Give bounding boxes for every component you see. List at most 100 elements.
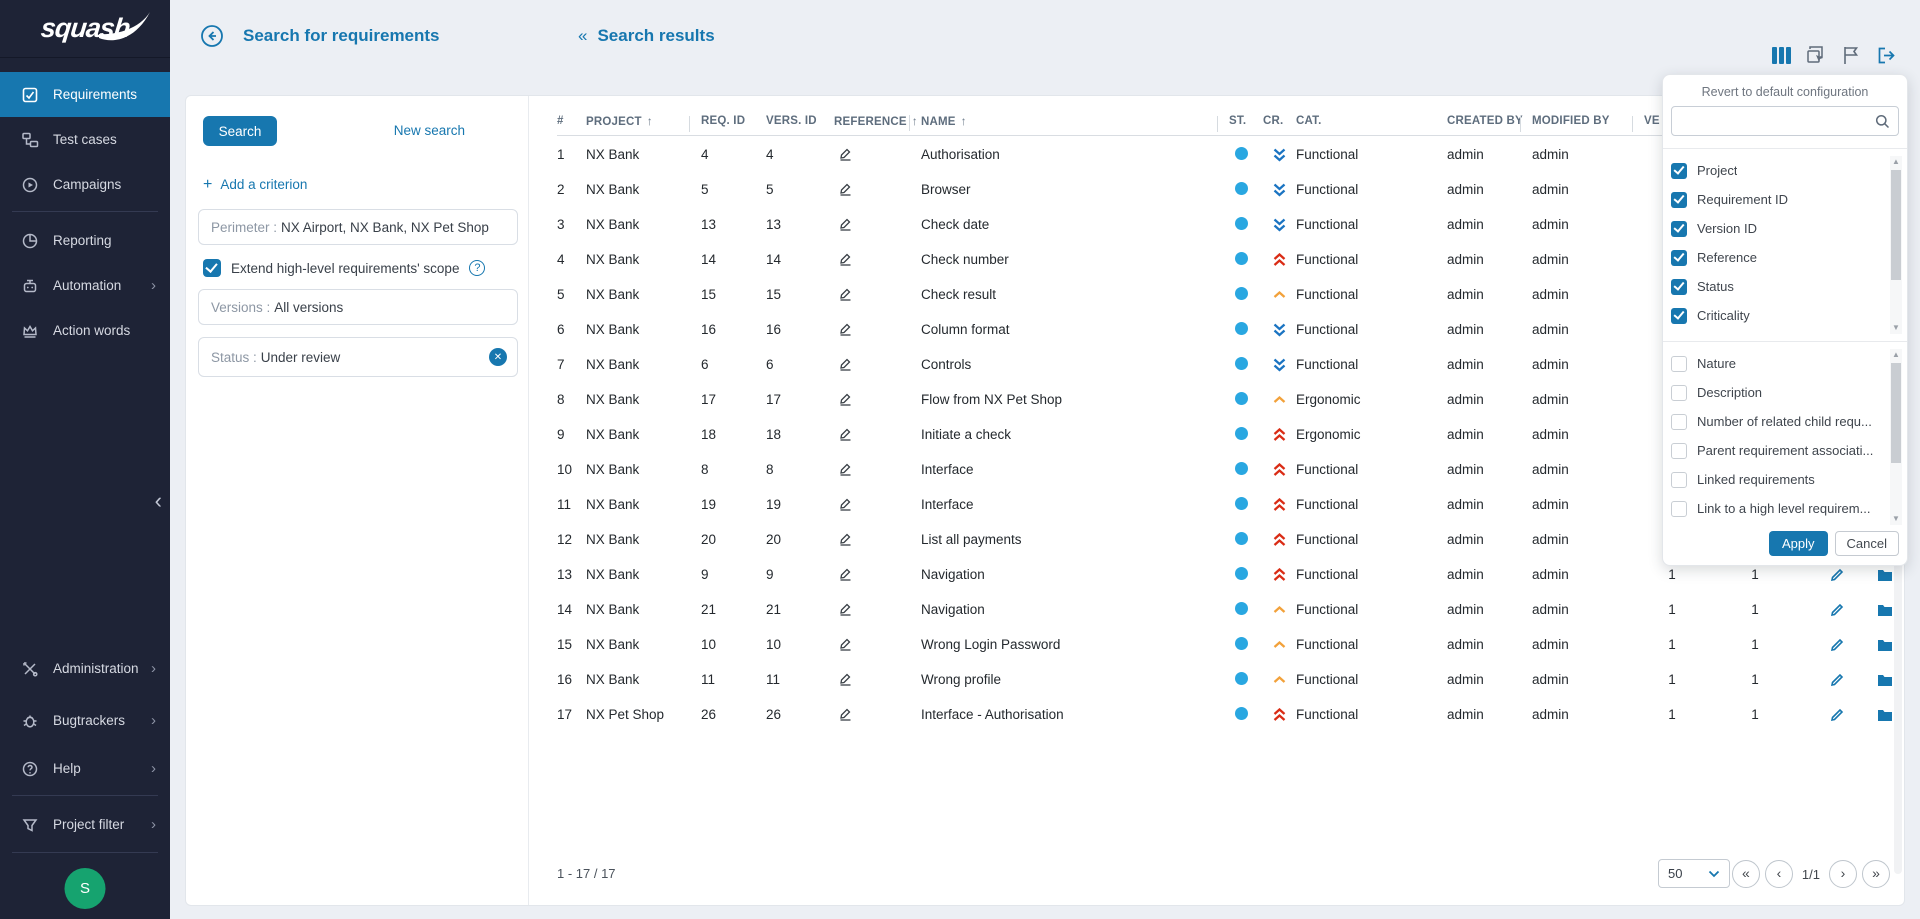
- scroll-up-icon[interactable]: ▲: [1890, 156, 1902, 168]
- column-header-status[interactable]: ST.: [1229, 115, 1263, 127]
- column-header-category[interactable]: CAT.: [1296, 115, 1447, 127]
- sidebar-item-action-words[interactable]: Action words: [0, 308, 170, 353]
- reference-edit-icon[interactable]: [838, 321, 853, 336]
- reference-edit-icon[interactable]: [838, 601, 853, 616]
- search-results-link[interactable]: «Search results: [578, 26, 715, 46]
- checked-checkbox[interactable]: [1671, 250, 1687, 266]
- last-page-button[interactable]: »: [1862, 860, 1890, 888]
- unchecked-list-scrollbar[interactable]: ▲ ▼: [1890, 349, 1902, 525]
- sidebar-item-administration[interactable]: Administration ›: [0, 646, 170, 691]
- criterion-perimeter[interactable]: Perimeter : NX Airport, NX Bank, NX Pet …: [198, 209, 518, 245]
- sidebar-item-help[interactable]: Help ›: [0, 746, 170, 791]
- table-row[interactable]: 17 NX Pet Shop 26 26 Interface - Authori…: [557, 697, 1890, 732]
- column-option[interactable]: Description: [1671, 378, 1885, 407]
- column-option[interactable]: Requirement ID: [1671, 185, 1885, 214]
- revert-default-link[interactable]: Revert to default configuration: [1663, 85, 1907, 99]
- flag-button[interactable]: [1840, 44, 1862, 66]
- unchecked-checkbox[interactable]: [1671, 385, 1687, 401]
- column-header-num[interactable]: #: [557, 115, 586, 127]
- unchecked-checkbox[interactable]: [1671, 414, 1687, 430]
- unchecked-checkbox[interactable]: [1671, 443, 1687, 459]
- sidebar-item-reporting[interactable]: Reporting: [0, 218, 170, 263]
- sidebar-collapse-icon[interactable]: ‹: [155, 490, 162, 512]
- reference-edit-icon[interactable]: [838, 391, 853, 406]
- column-header-name[interactable]: NAME↑: [921, 114, 1229, 128]
- column-option[interactable]: Status: [1671, 272, 1885, 301]
- reference-edit-icon[interactable]: [838, 496, 853, 511]
- remove-criterion-icon[interactable]: ✕: [489, 348, 507, 366]
- column-option[interactable]: Number of related child requ...: [1671, 407, 1885, 436]
- sidebar-item-project-filter[interactable]: Project filter ›: [0, 802, 170, 847]
- reference-edit-icon[interactable]: [838, 216, 853, 231]
- reference-edit-icon[interactable]: [838, 461, 853, 476]
- column-option[interactable]: Nature: [1671, 349, 1885, 378]
- criterion-status[interactable]: Status : Under review ✕: [198, 337, 518, 377]
- column-header-criticality[interactable]: CR.: [1263, 115, 1296, 127]
- cancel-button[interactable]: Cancel: [1835, 531, 1899, 556]
- reference-edit-icon[interactable]: [838, 356, 853, 371]
- sidebar-item-bugtrackers[interactable]: Bugtrackers ›: [0, 698, 170, 743]
- reference-edit-icon[interactable]: [838, 426, 853, 441]
- edit-requirement-icon[interactable]: [1810, 637, 1864, 652]
- column-option[interactable]: Version ID: [1671, 214, 1885, 243]
- column-header-reference[interactable]: REFERENCE↑: [834, 114, 921, 128]
- unchecked-checkbox[interactable]: [1671, 472, 1687, 488]
- reference-edit-icon[interactable]: [838, 566, 853, 581]
- reference-edit-icon[interactable]: [838, 636, 853, 651]
- column-header-modified-by[interactable]: MODIFIED BY: [1532, 115, 1644, 127]
- checked-checkbox[interactable]: [1671, 192, 1687, 208]
- export-button[interactable]: [1875, 44, 1897, 66]
- table-row[interactable]: 15 NX Bank 10 10 Wrong Login Password: [557, 627, 1890, 662]
- table-row[interactable]: 14 NX Bank 21 21 Navigation: [557, 592, 1890, 627]
- edit-requirement-icon[interactable]: [1810, 602, 1864, 617]
- sidebar-item-campaigns[interactable]: Campaigns: [0, 162, 170, 207]
- back-button[interactable]: [200, 24, 224, 48]
- pick-columns-button[interactable]: [1805, 44, 1827, 66]
- edit-requirement-icon[interactable]: [1810, 567, 1864, 582]
- add-criterion-link[interactable]: +Add a criterion: [203, 176, 307, 194]
- unchecked-checkbox[interactable]: [1671, 501, 1687, 517]
- column-option[interactable]: Project: [1671, 156, 1885, 185]
- reference-edit-icon[interactable]: [838, 251, 853, 266]
- page-size-select[interactable]: 50: [1658, 859, 1730, 888]
- column-option[interactable]: Linked requirements: [1671, 465, 1885, 494]
- checked-checkbox[interactable]: [1671, 163, 1687, 179]
- extend-scope-checkbox[interactable]: [203, 259, 221, 277]
- scrollbar-thumb[interactable]: [1891, 363, 1901, 463]
- next-page-button[interactable]: ›: [1829, 860, 1857, 888]
- checked-list-scrollbar[interactable]: ▲ ▼: [1890, 156, 1902, 334]
- new-search-link[interactable]: New search: [394, 123, 465, 138]
- apply-button[interactable]: Apply: [1769, 531, 1828, 556]
- checked-checkbox[interactable]: [1671, 221, 1687, 237]
- help-circle-icon[interactable]: ?: [469, 260, 485, 276]
- scroll-down-icon[interactable]: ▼: [1890, 322, 1902, 334]
- column-option[interactable]: Parent requirement associati...: [1671, 436, 1885, 465]
- first-page-button[interactable]: «: [1732, 860, 1760, 888]
- reference-edit-icon[interactable]: [838, 671, 853, 686]
- column-search-input[interactable]: [1680, 114, 1875, 129]
- scrollbar-thumb[interactable]: [1891, 170, 1901, 280]
- sidebar-item-test-cases[interactable]: Test cases: [0, 117, 170, 162]
- edit-requirement-icon[interactable]: [1810, 672, 1864, 687]
- checked-checkbox[interactable]: [1671, 279, 1687, 295]
- table-row[interactable]: 16 NX Bank 11 11 Wrong profile: [557, 662, 1890, 697]
- previous-page-button[interactable]: ‹: [1765, 860, 1793, 888]
- column-option[interactable]: Link to a high level requirem...: [1671, 494, 1885, 523]
- column-header-project[interactable]: PROJECT↑: [586, 114, 701, 128]
- column-option[interactable]: Criticality: [1671, 301, 1885, 330]
- reference-edit-icon[interactable]: [838, 181, 853, 196]
- checked-checkbox[interactable]: [1671, 308, 1687, 324]
- scroll-up-icon[interactable]: ▲: [1890, 349, 1902, 361]
- scroll-down-icon[interactable]: ▼: [1890, 513, 1902, 525]
- reference-edit-icon[interactable]: [838, 286, 853, 301]
- search-button[interactable]: Search: [203, 116, 277, 146]
- user-avatar[interactable]: S: [65, 868, 106, 909]
- squash-logo[interactable]: squash: [0, 0, 170, 58]
- sidebar-item-automation[interactable]: Automation ›: [0, 263, 170, 308]
- sidebar-item-requirements[interactable]: Requirements: [0, 72, 170, 117]
- criterion-versions[interactable]: Versions : All versions: [198, 289, 518, 325]
- reference-edit-icon[interactable]: [838, 146, 853, 161]
- column-header-vers-id[interactable]: VERS. ID: [766, 115, 834, 127]
- columns-config-button[interactable]: [1770, 44, 1792, 66]
- column-option[interactable]: Reference: [1671, 243, 1885, 272]
